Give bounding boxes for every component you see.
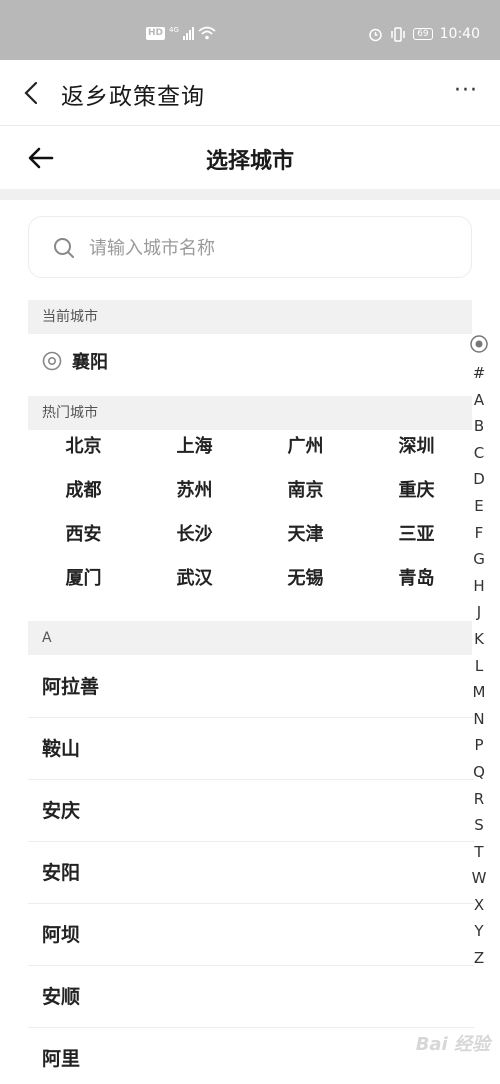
status-right: 69 10:40 xyxy=(368,26,480,42)
hot-city[interactable]: 北京 xyxy=(28,435,139,459)
list-item[interactable]: 阿坝 xyxy=(28,904,474,966)
index-letter[interactable]: H xyxy=(466,573,492,600)
current-city-item[interactable]: 襄阳 xyxy=(42,348,108,374)
watermark: Bai 经验 xyxy=(415,1034,490,1055)
alphabet-index-bar[interactable]: # A B C D E F G H J K L M N P Q R S T W … xyxy=(466,334,492,972)
location-icon xyxy=(42,351,62,371)
index-letter[interactable]: # xyxy=(466,360,492,387)
section-divider xyxy=(0,189,500,200)
hot-city[interactable]: 青岛 xyxy=(361,567,472,591)
vibrate-icon xyxy=(391,26,405,42)
more-options-button[interactable]: ··· xyxy=(454,78,478,103)
alarm-icon xyxy=(369,28,382,41)
letter-section-header: A xyxy=(28,621,472,655)
hot-city[interactable]: 武汉 xyxy=(139,567,250,591)
index-letter[interactable]: K xyxy=(466,626,492,653)
list-item[interactable]: 阿里 xyxy=(28,1028,474,1084)
list-item[interactable]: 鞍山 xyxy=(28,718,474,780)
app-header: 返乡政策查询 ··· xyxy=(0,60,500,126)
list-item[interactable]: 阿拉善 xyxy=(28,656,474,718)
locate-target-icon[interactable] xyxy=(469,334,489,354)
hot-city[interactable]: 重庆 xyxy=(361,479,472,503)
hot-city[interactable]: 厦门 xyxy=(28,567,139,591)
hot-city[interactable]: 深圳 xyxy=(361,435,472,459)
hot-city[interactable]: 天津 xyxy=(250,523,361,547)
index-letter[interactable]: J xyxy=(466,599,492,626)
index-letter[interactable]: N xyxy=(466,706,492,733)
hot-city[interactable]: 上海 xyxy=(139,435,250,459)
city-list: 阿拉善 鞍山 安庆 安阳 阿坝 安顺 阿里 xyxy=(28,656,474,1084)
index-letter[interactable]: D xyxy=(466,466,492,493)
hot-city[interactable]: 成都 xyxy=(28,479,139,503)
page-title: 选择城市 xyxy=(205,149,294,174)
hot-cities-grid: 北京 上海 广州 深圳 成都 苏州 南京 重庆 西安 长沙 天津 三亚 厦门 武… xyxy=(28,435,472,591)
hot-city[interactable]: 长沙 xyxy=(139,523,250,547)
hot-cities-header: 热门城市 xyxy=(28,396,472,430)
app-title: 返乡政策查询 xyxy=(61,84,205,110)
index-letter[interactable]: F xyxy=(466,520,492,547)
hot-city[interactable]: 广州 xyxy=(250,435,361,459)
list-item[interactable]: 安阳 xyxy=(28,842,474,904)
index-letter[interactable]: Y xyxy=(466,918,492,945)
hot-city[interactable]: 南京 xyxy=(250,479,361,503)
current-city-header: 当前城市 xyxy=(28,300,472,334)
status-bar: HD 4G 69 10:40 xyxy=(0,0,500,60)
index-letter[interactable]: Z xyxy=(466,945,492,972)
current-city-name: 襄阳 xyxy=(72,352,108,373)
clock: 10:40 xyxy=(439,26,480,42)
index-letter[interactable]: W xyxy=(466,865,492,892)
battery-icon: 69 xyxy=(413,28,433,40)
index-letter[interactable]: L xyxy=(466,653,492,680)
index-letter[interactable]: B xyxy=(466,413,492,440)
hot-city[interactable]: 三亚 xyxy=(361,523,472,547)
page-header: 选择城市 xyxy=(0,127,500,189)
index-letter[interactable]: R xyxy=(466,786,492,813)
search-icon xyxy=(54,238,74,258)
index-letter[interactable]: S xyxy=(466,812,492,839)
hot-city[interactable]: 苏州 xyxy=(139,479,250,503)
hd-badge: HD xyxy=(146,26,166,40)
list-item[interactable]: 安庆 xyxy=(28,780,474,842)
index-letter[interactable]: M xyxy=(466,679,492,706)
index-letter[interactable]: A xyxy=(466,387,492,414)
search-input[interactable] xyxy=(89,231,449,265)
index-letter[interactable]: G xyxy=(466,546,492,573)
index-letter[interactable]: E xyxy=(466,493,492,520)
index-letter[interactable]: C xyxy=(466,440,492,467)
search-box[interactable] xyxy=(28,216,472,278)
index-letter[interactable]: P xyxy=(466,732,492,759)
back-arrow-icon[interactable] xyxy=(20,80,46,106)
index-letter[interactable]: T xyxy=(466,839,492,866)
wifi-icon xyxy=(198,26,216,40)
network-type-label: 4G xyxy=(169,26,179,34)
index-letter[interactable]: Q xyxy=(466,759,492,786)
hot-city[interactable]: 西安 xyxy=(28,523,139,547)
index-letter[interactable]: X xyxy=(466,892,492,919)
list-item[interactable]: 安顺 xyxy=(28,966,474,1028)
hot-city[interactable]: 无锡 xyxy=(250,567,361,591)
status-left: HD 4G xyxy=(146,26,216,40)
signal-icon xyxy=(182,26,194,40)
